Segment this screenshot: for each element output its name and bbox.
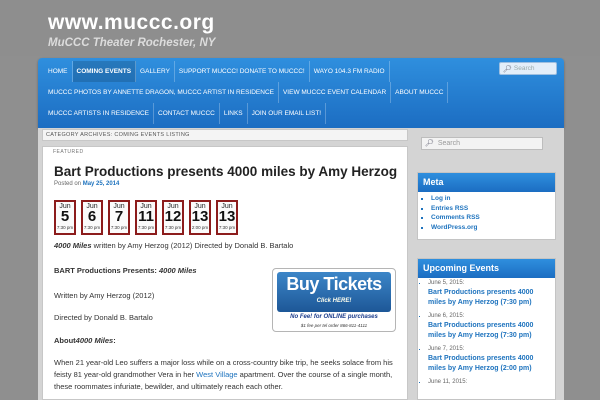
buy-tickets-note: No Fee! for ONLINE purchases (290, 314, 378, 320)
upcoming-events-widget: Upcoming Events June 5, 2015: Bart Produ… (417, 258, 556, 400)
nav-item-contact[interactable]: CONTACT MUCCC (154, 103, 220, 124)
nav-item-home[interactable]: HOME (44, 61, 73, 82)
about-prefix: About (54, 336, 76, 345)
nav-item-photos[interactable]: MUCCC PHOTOS BY ANNETTE DRAGON, MUCCC AR… (44, 82, 279, 103)
date-box: Jun 6 7:30 pm (81, 200, 103, 235)
event-link[interactable]: Bart Productions presents 4000 miles by … (428, 321, 543, 341)
west-village-link[interactable]: West Village (196, 370, 237, 379)
buy-tickets-button[interactable]: Buy Tickets Click HERE! No Fee! for ONLI… (272, 268, 396, 332)
sidebar-search-input[interactable]: 🔎︎ Search (421, 137, 543, 150)
presents-label: BART Productions Presents: (54, 266, 160, 275)
date-time: 2:00 pm (191, 225, 209, 230)
meta-link-entries-rss[interactable]: Entries RSS (431, 204, 555, 214)
date-time: 7:30 pm (56, 225, 74, 230)
nav-row-2: MUCCC PHOTOS BY ANNETTE DRAGON, MUCCC AR… (44, 82, 449, 103)
credits-title: 4000 Miles (54, 241, 92, 250)
presents-title: 4000 Miles (159, 266, 197, 275)
event-date: June 6, 2015: (428, 313, 465, 319)
event-link[interactable]: Bart Productions presents 4000 miles by … (428, 288, 543, 308)
date-day: 12 (164, 208, 182, 225)
meta-widget: Meta Log in Entries RSS Comments RSS Wor… (417, 172, 556, 240)
site-description: MuCCC Theater Rochester, NY (48, 37, 216, 49)
posted-on-label: Posted on (54, 181, 82, 187)
meta-list: Log in Entries RSS Comments RSS WordPres… (418, 194, 555, 232)
meta-widget-title: Meta (418, 173, 555, 192)
post-meta: Posted on May 25, 2014 (54, 181, 119, 187)
site-header: www.muccc.org MuCCC Theater Rochester, N… (0, 0, 600, 56)
magnifier-icon: 🔎︎ (503, 65, 512, 73)
event-item: June 6, 2015: Bart Productions presents … (428, 312, 555, 341)
nav-item-links[interactable]: LINKS (220, 103, 248, 124)
nav-item-gallery[interactable]: GALLERY (136, 61, 175, 82)
nav-item-email-list[interactable]: JOIN OUR EMAIL LIST! (248, 103, 327, 124)
meta-link-wordpress[interactable]: WordPress.org (431, 223, 555, 233)
about-heading: About4000 Miles: (54, 336, 116, 345)
event-item: June 5, 2015: Bart Productions presents … (428, 279, 555, 308)
nav-item-coming-events[interactable]: COMING EVENTS (72, 61, 137, 82)
nav-search-placeholder: Search (513, 65, 535, 72)
featured-tag: FEATURED (53, 149, 84, 155)
credits-rest: written by Amy Herzog (2012) Directed by… (91, 241, 294, 250)
date-day: 11 (138, 208, 154, 225)
date-box: Jun 13 2:00 pm (189, 200, 211, 235)
date-box: Jun 5 7:30 pm (54, 200, 76, 235)
nav-search-input[interactable]: 🔎︎ Search (499, 62, 557, 75)
buy-tickets-banner: Buy Tickets Click HERE! (277, 272, 391, 312)
date-time: 7:30 pm (218, 225, 236, 230)
nav-item-event-calendar[interactable]: VIEW MUCCC EVENT CALENDAR (279, 82, 392, 103)
presents-line: BART Productions Presents: 4000 Miles (54, 266, 197, 275)
upcoming-events-title: Upcoming Events (418, 259, 555, 278)
directed-line: Directed by Donald B. Bartalo (54, 313, 153, 322)
synopsis: When 21 year-old Leo suffers a major los… (54, 357, 399, 393)
buy-tickets-label: Buy Tickets (286, 274, 382, 294)
date-day: 6 (87, 208, 97, 225)
site-title[interactable]: www.muccc.org (48, 11, 215, 35)
archive-heading: CATEGORY ARCHIVES: COMING EVENTS LISTING (42, 129, 408, 141)
date-box: Jun 12 7:30 pm (162, 200, 184, 235)
event-item: June 7, 2015: Bart Productions presents … (428, 345, 555, 374)
nav-item-about[interactable]: ABOUT MUCCC (391, 82, 449, 103)
nav-item-wayo-radio[interactable]: WAYO 104.3 FM RADIO (310, 61, 390, 82)
upcoming-events-list: June 5, 2015: Bart Productions presents … (418, 279, 555, 387)
meta-link-comments-rss[interactable]: Comments RSS (431, 213, 555, 223)
posted-date-link[interactable]: May 25, 2014 (83, 181, 120, 187)
date-day: 13 (191, 208, 209, 225)
date-time: 7:30 pm (110, 225, 128, 230)
date-time: 7:30 pm (164, 225, 182, 230)
nav-row-3: MUCCC ARTISTS IN RESIDENCE CONTACT MUCCC… (44, 103, 327, 124)
sidebar-search-placeholder: Search (437, 140, 461, 147)
about-suffix: : (113, 336, 116, 345)
date-box: Jun 13 7:30 pm (216, 200, 238, 235)
date-time: 7:30 pm (137, 225, 155, 230)
date-box: Jun 7 7:30 pm (108, 200, 130, 235)
written-line: Written by Amy Herzog (2012) (54, 291, 155, 300)
date-day: 13 (218, 208, 236, 225)
about-title: 4000 Miles (75, 336, 114, 345)
date-day: 7 (114, 208, 124, 225)
date-time: 7:30 pm (83, 225, 101, 230)
credits-line: 4000 Miles written by Amy Herzog (2012) … (54, 241, 293, 250)
magnifier-icon: 🔎︎ (425, 140, 434, 147)
post-title[interactable]: Bart Productions presents 4000 miles by … (54, 164, 397, 179)
date-box: Jun 11 7:30 pm (135, 200, 157, 235)
event-dates: Jun 5 7:30 pm Jun 6 7:30 pm Jun 7 7:30 pm Jun 1… (54, 200, 238, 235)
buy-tickets-fee-note: $1 fee per tel order 866-811-4111 (300, 323, 368, 328)
date-day: 5 (60, 208, 70, 225)
event-date: June 5, 2015: (428, 280, 465, 286)
nav-item-support[interactable]: SUPPORT MUCCC! DONATE TO MUCCC! (175, 61, 310, 82)
nav-item-artists[interactable]: MUCCC ARTISTS IN RESIDENCE (44, 103, 155, 124)
buy-tickets-sub: Click HERE! (316, 298, 352, 304)
event-item: June 11, 2015: (428, 378, 555, 387)
nav-row-1: HOME COMING EVENTS GALLERY SUPPORT MUCCC… (44, 61, 390, 82)
event-date: June 7, 2015: (428, 346, 465, 352)
event-link[interactable]: Bart Productions presents 4000 miles by … (428, 354, 543, 374)
post-article: FEATURED Bart Productions presents 4000 … (42, 146, 408, 400)
event-date: June 11, 2015: (428, 379, 468, 385)
main-navigation: HOME COMING EVENTS GALLERY SUPPORT MUCCC… (38, 58, 564, 128)
meta-link-login[interactable]: Log in (431, 194, 555, 204)
